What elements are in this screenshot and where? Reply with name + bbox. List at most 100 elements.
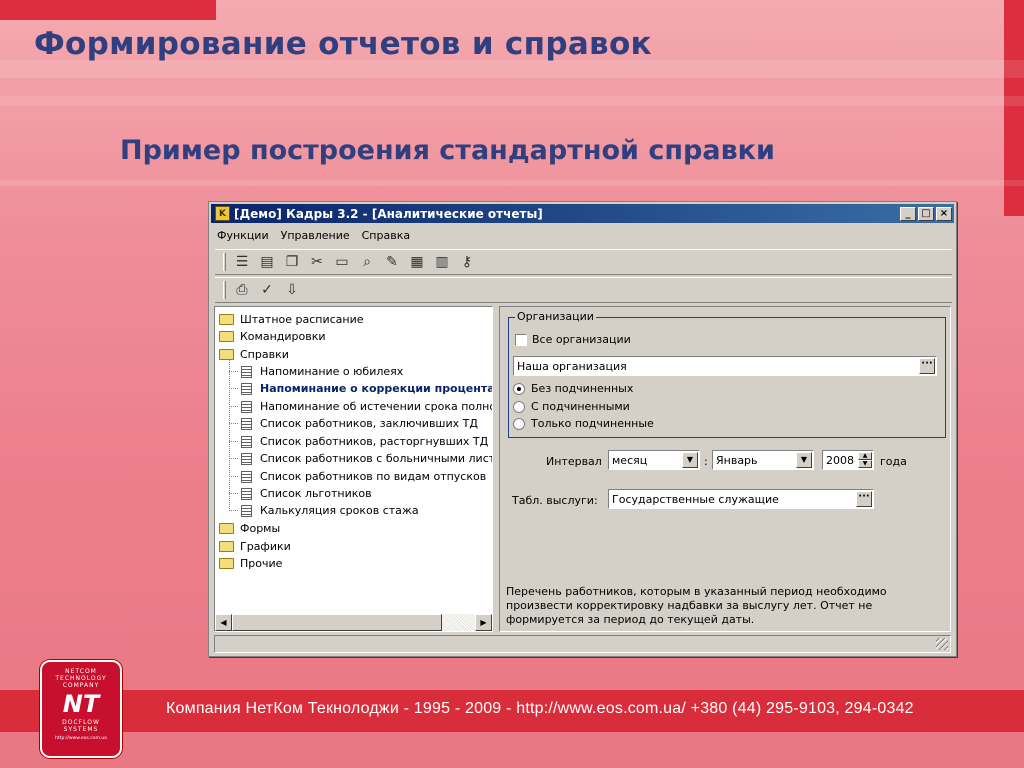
tree-item[interactable]: Напоминание о юбилеях xyxy=(241,363,403,380)
tree-item[interactable]: Список работников, заключивших ТД xyxy=(241,415,478,432)
interval-period-select[interactable]: месяц ▼ xyxy=(608,450,700,470)
chevron-down-icon[interactable]: ▼ xyxy=(682,452,698,468)
tree-item-selected[interactable]: Напоминание о коррекции процента xyxy=(241,380,493,397)
report-icon xyxy=(241,435,252,448)
radio-label: Без подчиненных xyxy=(531,382,634,395)
search-icon[interactable]: ⌕ xyxy=(357,252,377,272)
slide-subtitle: Пример построения стандартной справки xyxy=(120,135,775,166)
tree-connector xyxy=(229,458,238,459)
menu-functions[interactable]: Функции xyxy=(211,229,275,242)
report-icon xyxy=(241,400,252,413)
menu-management[interactable]: Управление xyxy=(275,229,356,242)
tree-folder-open[interactable]: Справки xyxy=(219,346,289,363)
tree-item[interactable]: Список работников по видам отпусков xyxy=(241,468,486,485)
statusbar xyxy=(214,635,951,653)
logo-line: COMPANY xyxy=(62,682,100,689)
scissors-icon[interactable]: ✂ xyxy=(307,252,327,272)
folder-icon xyxy=(219,541,234,552)
tree-item[interactable]: Калькуляция сроков стажа xyxy=(241,502,419,519)
edit-icon[interactable]: ✎ xyxy=(382,252,402,272)
print-preview-icon[interactable]: ⎙ xyxy=(232,280,252,300)
radio-button[interactable] xyxy=(513,400,525,413)
radio-with-subordinates[interactable]: С подчиненными xyxy=(513,400,630,413)
service-table-field[interactable]: Государственные служащие ··· xyxy=(608,489,874,509)
scroll-track[interactable] xyxy=(442,614,475,631)
decor-stripe xyxy=(0,96,1024,106)
card-icon[interactable]: ▤ xyxy=(257,252,277,272)
logo-line: NETCOM xyxy=(65,668,97,675)
logo-line: SYSTEMS xyxy=(63,726,99,733)
all-orgs-checkbox-row[interactable]: Все организации xyxy=(515,333,631,346)
radio-button[interactable] xyxy=(513,417,525,430)
scroll-thumb[interactable] xyxy=(232,614,442,631)
close-button[interactable]: × xyxy=(936,206,952,221)
service-table-value: Государственные служащие xyxy=(612,492,779,506)
logo-url: http://www.eos.com.ua xyxy=(55,736,107,741)
briefcase-icon[interactable]: ▭ xyxy=(332,252,352,272)
decor-stripe xyxy=(0,60,1024,78)
scroll-right-icon[interactable]: ▶ xyxy=(475,614,492,631)
decor-top-bar xyxy=(0,0,216,20)
spell-icon[interactable]: ✓ xyxy=(257,280,277,300)
chevron-down-icon[interactable]: ▼ xyxy=(796,452,812,468)
table-icon[interactable]: ▦ xyxy=(407,252,427,272)
report-tree[interactable]: Штатное расписание Командировки Справки … xyxy=(214,306,493,632)
tree-label: Формы xyxy=(240,522,281,535)
tree-connector xyxy=(229,476,238,477)
company-logo: NETCOM TECHNOLOGY COMPANY NT DOCFLOW SYS… xyxy=(40,660,122,758)
tree-folder[interactable]: Командировки xyxy=(219,328,326,345)
window-titlebar[interactable]: K [Демо] Кадры 3.2 - [Аналитические отче… xyxy=(211,204,954,223)
key-icon[interactable]: ⚷ xyxy=(457,252,477,272)
report-params-panel: Организации Все организации Наша организ… xyxy=(499,306,951,632)
spin-down-icon[interactable]: ▼ xyxy=(858,460,872,468)
tree-label: Графики xyxy=(240,540,291,553)
report-icon xyxy=(241,504,252,517)
service-table-browse-button[interactable]: ··· xyxy=(856,491,872,507)
tree-connector xyxy=(229,388,238,389)
tree-label: Штатное расписание xyxy=(240,313,364,326)
year-spin[interactable]: ▲ ▼ xyxy=(858,452,872,468)
tree-item[interactable]: Список работников с больничными листа xyxy=(241,450,492,467)
tree-connector xyxy=(229,355,230,509)
tree-folder[interactable]: Штатное расписание xyxy=(219,311,364,328)
list-icon[interactable]: ☰ xyxy=(232,252,252,272)
report-icon xyxy=(241,417,252,430)
book-icon[interactable]: ▥ xyxy=(432,252,452,272)
org-browse-button[interactable]: ··· xyxy=(919,358,935,374)
tree-connector xyxy=(229,406,238,407)
service-table-label: Табл. выслуги: xyxy=(512,494,598,507)
toolbar-secondary: ⎙ ✓ ⇩ xyxy=(215,277,952,303)
all-orgs-checkbox[interactable] xyxy=(515,333,527,346)
spin-up-icon[interactable]: ▲ xyxy=(858,452,872,460)
report-description: Перечень работников, которым в указанный… xyxy=(506,585,887,626)
radio-button[interactable] xyxy=(513,382,525,395)
org-field[interactable]: Наша организация ··· xyxy=(513,356,937,376)
resize-grip-icon[interactable] xyxy=(936,638,948,650)
radio-no-subordinates[interactable]: Без подчиненных xyxy=(513,382,633,395)
tree-folder[interactable]: Формы xyxy=(219,520,280,537)
tree-label: Командировки xyxy=(240,330,326,343)
menu-help[interactable]: Справка xyxy=(356,229,416,242)
minimize-button[interactable]: _ xyxy=(900,206,916,221)
tree-hscrollbar[interactable]: ◀ ▶ xyxy=(215,614,492,631)
interval-year-stepper[interactable]: 2008 ▲ ▼ xyxy=(822,450,874,470)
maximize-button[interactable]: □ xyxy=(918,206,934,221)
tree-item[interactable]: Список работников, расторгнувших ТД xyxy=(241,433,488,450)
tree-folder[interactable]: Прочие xyxy=(219,555,282,572)
radio-only-subordinates[interactable]: Только подчиненные xyxy=(513,417,654,430)
export-icon[interactable]: ⇩ xyxy=(282,280,302,300)
tree-label: Напоминание о коррекции процента xyxy=(260,382,493,395)
toolbar-grip[interactable] xyxy=(223,253,226,271)
scroll-left-icon[interactable]: ◀ xyxy=(215,614,232,631)
tree-item[interactable]: Список льготников xyxy=(241,485,372,502)
interval-period-value: месяц xyxy=(612,453,648,467)
app-window: K [Демо] Кадры 3.2 - [Аналитические отче… xyxy=(208,201,957,657)
copy-icon[interactable]: ❐ xyxy=(282,252,302,272)
tree-connector xyxy=(229,441,238,442)
tree-connector xyxy=(229,423,238,424)
tree-folder[interactable]: Графики xyxy=(219,538,291,555)
report-icon xyxy=(241,365,252,378)
interval-month-select[interactable]: Январь ▼ xyxy=(712,450,814,470)
toolbar-grip[interactable] xyxy=(223,281,226,299)
tree-item[interactable]: Напоминание об истечении срока полномо xyxy=(241,398,492,415)
